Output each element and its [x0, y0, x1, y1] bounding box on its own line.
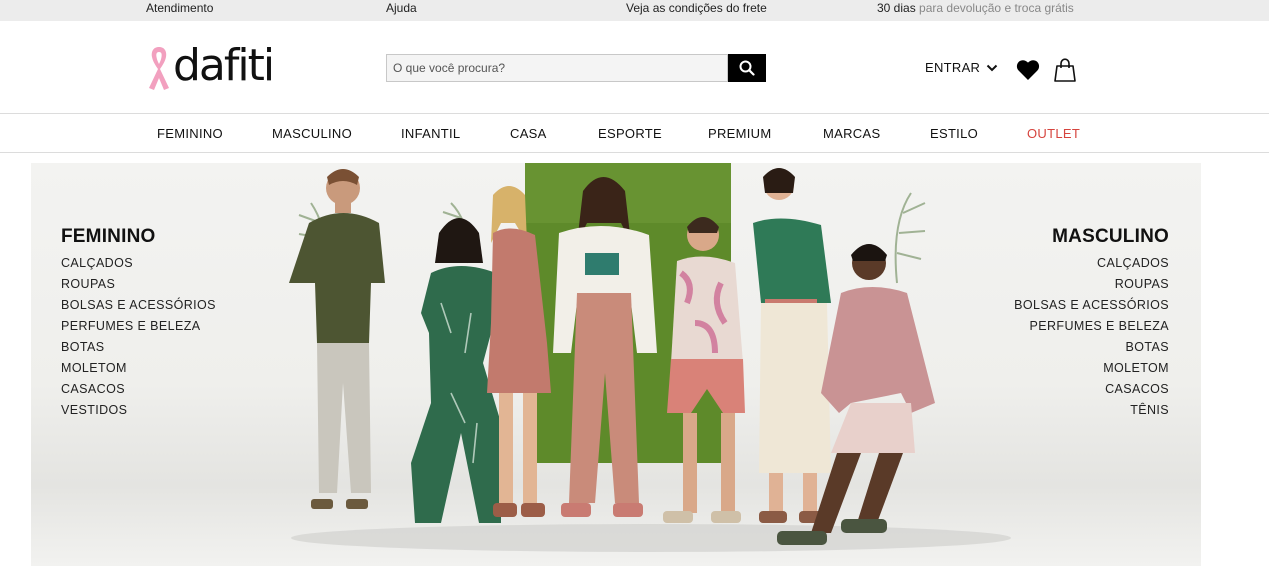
nav-item-esporte[interactable]: ESPORTE [598, 126, 662, 141]
shipping-conditions-link[interactable]: Veja as condições do frete [626, 0, 767, 16]
nav-item-premium[interactable]: PREMIUM [708, 126, 772, 141]
returns-days: 30 dias [877, 1, 916, 15]
logo-wordmark: dafiti [173, 40, 275, 91]
female-menu-title[interactable]: FEMININO [61, 226, 216, 248]
search-icon [739, 60, 755, 76]
search-button[interactable] [728, 54, 766, 82]
nav-item-estilo[interactable]: ESTILO [930, 126, 978, 141]
female-link-calcados[interactable]: CALÇADOS [61, 253, 216, 274]
category-nav: FEMININO MASCULINO INFANTIL CASA ESPORTE… [0, 114, 1269, 153]
male-link-moletom[interactable]: MOLETOM [1014, 358, 1169, 379]
top-info-bar: Atendimento Ajuda Veja as condições do f… [0, 0, 1269, 21]
female-link-botas[interactable]: BOTAS [61, 337, 216, 358]
login-label: ENTRAR [925, 60, 981, 75]
dafiti-logo[interactable]: dafiti [145, 40, 295, 92]
nav-item-infantil[interactable]: INFANTIL [401, 126, 460, 141]
male-menu-title[interactable]: MASCULINO [1014, 226, 1169, 248]
hero-banner[interactable]: FEMININO CALÇADOS ROUPAS BOLSAS E ACESSÓ… [31, 163, 1201, 566]
nav-item-outlet[interactable]: OUTLET [1027, 126, 1080, 141]
nav-item-masculino[interactable]: MASCULINO [272, 126, 352, 141]
chevron-down-icon [987, 64, 998, 71]
male-link-casacos[interactable]: CASACOS [1014, 379, 1169, 400]
returns-text: para devolução e troca grátis [919, 1, 1074, 15]
male-link-bolsas[interactable]: BOLSAS E ACESSÓRIOS [1014, 295, 1169, 316]
returns-info[interactable]: 30 dias para devolução e troca grátis [877, 0, 1074, 16]
female-category-menu: FEMININO CALÇADOS ROUPAS BOLSAS E ACESSÓ… [61, 226, 216, 421]
male-link-tenis[interactable]: TÊNIS [1014, 400, 1169, 421]
site-header: dafiti ENTRAR [0, 21, 1269, 114]
female-link-vestidos[interactable]: VESTIDOS [61, 400, 216, 421]
male-link-calcados[interactable]: CALÇADOS [1014, 253, 1169, 274]
male-category-menu: MASCULINO CALÇADOS ROUPAS BOLSAS E ACESS… [1014, 226, 1169, 421]
nav-item-marcas[interactable]: MARCAS [823, 126, 880, 141]
nav-item-feminino[interactable]: FEMININO [157, 126, 223, 141]
shopping-bag-icon[interactable] [1054, 58, 1076, 82]
female-link-bolsas[interactable]: BOLSAS E ACESSÓRIOS [61, 295, 216, 316]
pink-ribbon-icon [149, 47, 169, 90]
help-link[interactable]: Ajuda [386, 0, 417, 16]
female-link-casacos[interactable]: CASACOS [61, 379, 216, 400]
heart-icon[interactable] [1016, 59, 1040, 81]
male-link-roupas[interactable]: ROUPAS [1014, 274, 1169, 295]
search-bar [386, 54, 766, 82]
male-link-perfumes[interactable]: PERFUMES E BELEZA [1014, 316, 1169, 337]
service-link[interactable]: Atendimento [146, 0, 213, 16]
nav-item-casa[interactable]: CASA [510, 126, 547, 141]
search-input[interactable] [386, 54, 728, 82]
female-link-roupas[interactable]: ROUPAS [61, 274, 216, 295]
male-link-botas[interactable]: BOTAS [1014, 337, 1169, 358]
login-button[interactable]: ENTRAR [925, 60, 998, 75]
female-link-moletom[interactable]: MOLETOM [61, 358, 216, 379]
female-link-perfumes[interactable]: PERFUMES E BELEZA [61, 316, 216, 337]
